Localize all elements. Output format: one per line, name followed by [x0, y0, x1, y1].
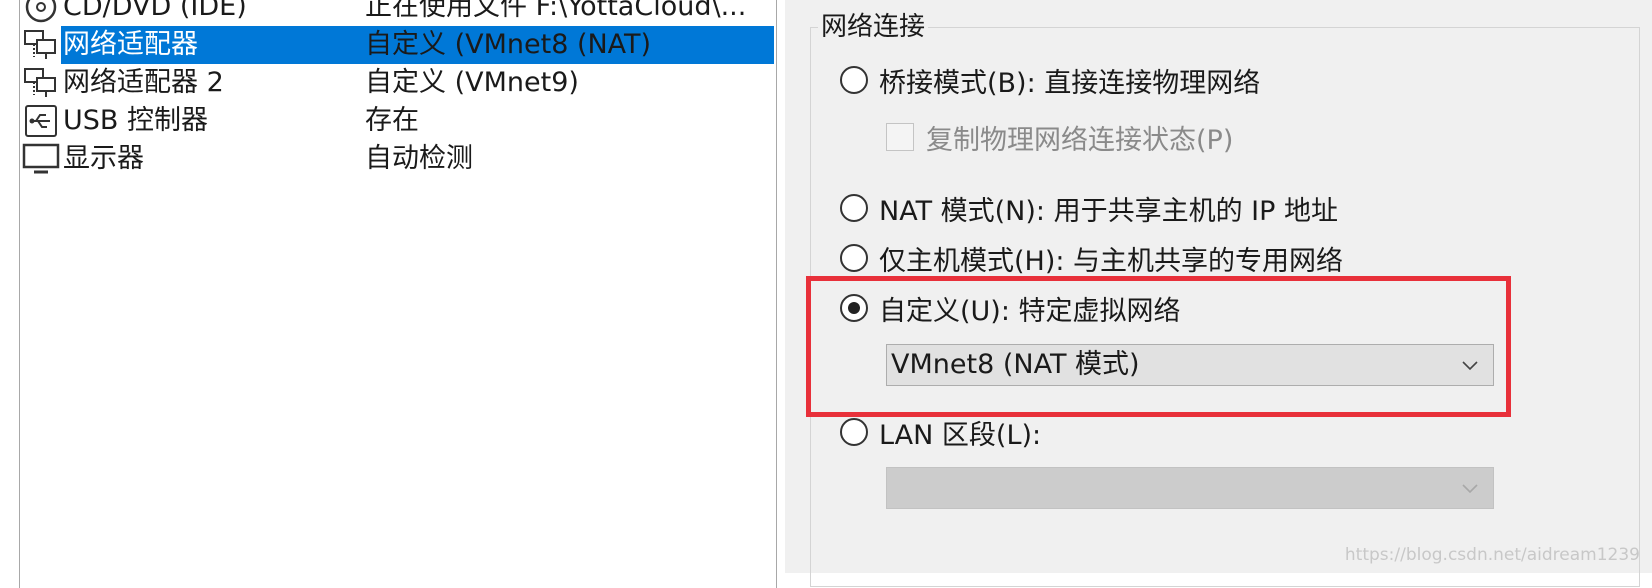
lan-segment-label: LAN 区段(L):	[879, 419, 1042, 451]
watermark-text: https://blog.csdn.net/aidream1239	[1344, 545, 1640, 565]
hardware-list[interactable]: CD/DVD (IDE) 正在使用文件 F:\YottaCloud\... 网络…	[19, 0, 777, 588]
device-row-network-adapter[interactable]: 网络适配器 自定义 (VMnet8 (NAT)	[20, 26, 776, 64]
network-adapter-icon	[24, 30, 56, 59]
device-summary: 存在	[365, 105, 419, 136]
nat-mode-label: NAT 模式(N): 用于共享主机的 IP 地址	[879, 195, 1338, 227]
radio-circle-icon	[840, 418, 868, 446]
radio-circle-icon	[840, 194, 868, 222]
network-connection-title: 网络连接	[818, 8, 929, 46]
replicate-state-label: 复制物理网络连接状态(P)	[926, 124, 1234, 156]
usb-icon	[25, 105, 57, 137]
network-adapter-icon	[24, 68, 56, 97]
chevron-down-icon	[1462, 484, 1478, 494]
bridged-mode-radio[interactable]: 桥接模式(B): 直接连接物理网络	[840, 60, 1260, 100]
bridged-mode-label: 桥接模式(B): 直接连接物理网络	[879, 67, 1261, 99]
lan-segment-radio[interactable]: LAN 区段(L):	[840, 412, 1041, 452]
device-row-usb-controller[interactable]: USB 控制器 存在	[20, 102, 776, 140]
radio-circle-icon	[840, 66, 868, 94]
nat-mode-radio[interactable]: NAT 模式(N): 用于共享主机的 IP 地址	[840, 188, 1338, 228]
device-summary: 自动检测	[365, 143, 473, 174]
host-only-mode-label: 仅主机模式(H): 与主机共享的专用网络	[879, 245, 1344, 277]
lan-segment-select[interactable]	[886, 467, 1494, 509]
device-row-display[interactable]: 显示器 自动检测	[20, 140, 776, 178]
device-summary: 正在使用文件 F:\YottaCloud\...	[365, 0, 747, 22]
highlight-annotation-box	[806, 276, 1511, 417]
host-only-mode-radio[interactable]: 仅主机模式(H): 与主机共享的专用网络	[840, 238, 1343, 278]
device-row-network-adapter-2[interactable]: 网络适配器 2 自定义 (VMnet9)	[20, 64, 776, 102]
replicate-state-checkbox[interactable]: 复制物理网络连接状态(P)	[886, 118, 1233, 156]
device-summary: 自定义 (VMnet8 (NAT)	[365, 29, 652, 60]
monitor-icon	[22, 143, 60, 174]
device-row-cd-dvd[interactable]: CD/DVD (IDE) 正在使用文件 F:\YottaCloud\...	[20, 0, 776, 26]
cd-dvd-icon	[25, 0, 57, 23]
device-summary: 自定义 (VMnet9)	[365, 67, 579, 98]
radio-circle-icon	[840, 244, 868, 272]
checkbox-icon	[886, 123, 914, 151]
